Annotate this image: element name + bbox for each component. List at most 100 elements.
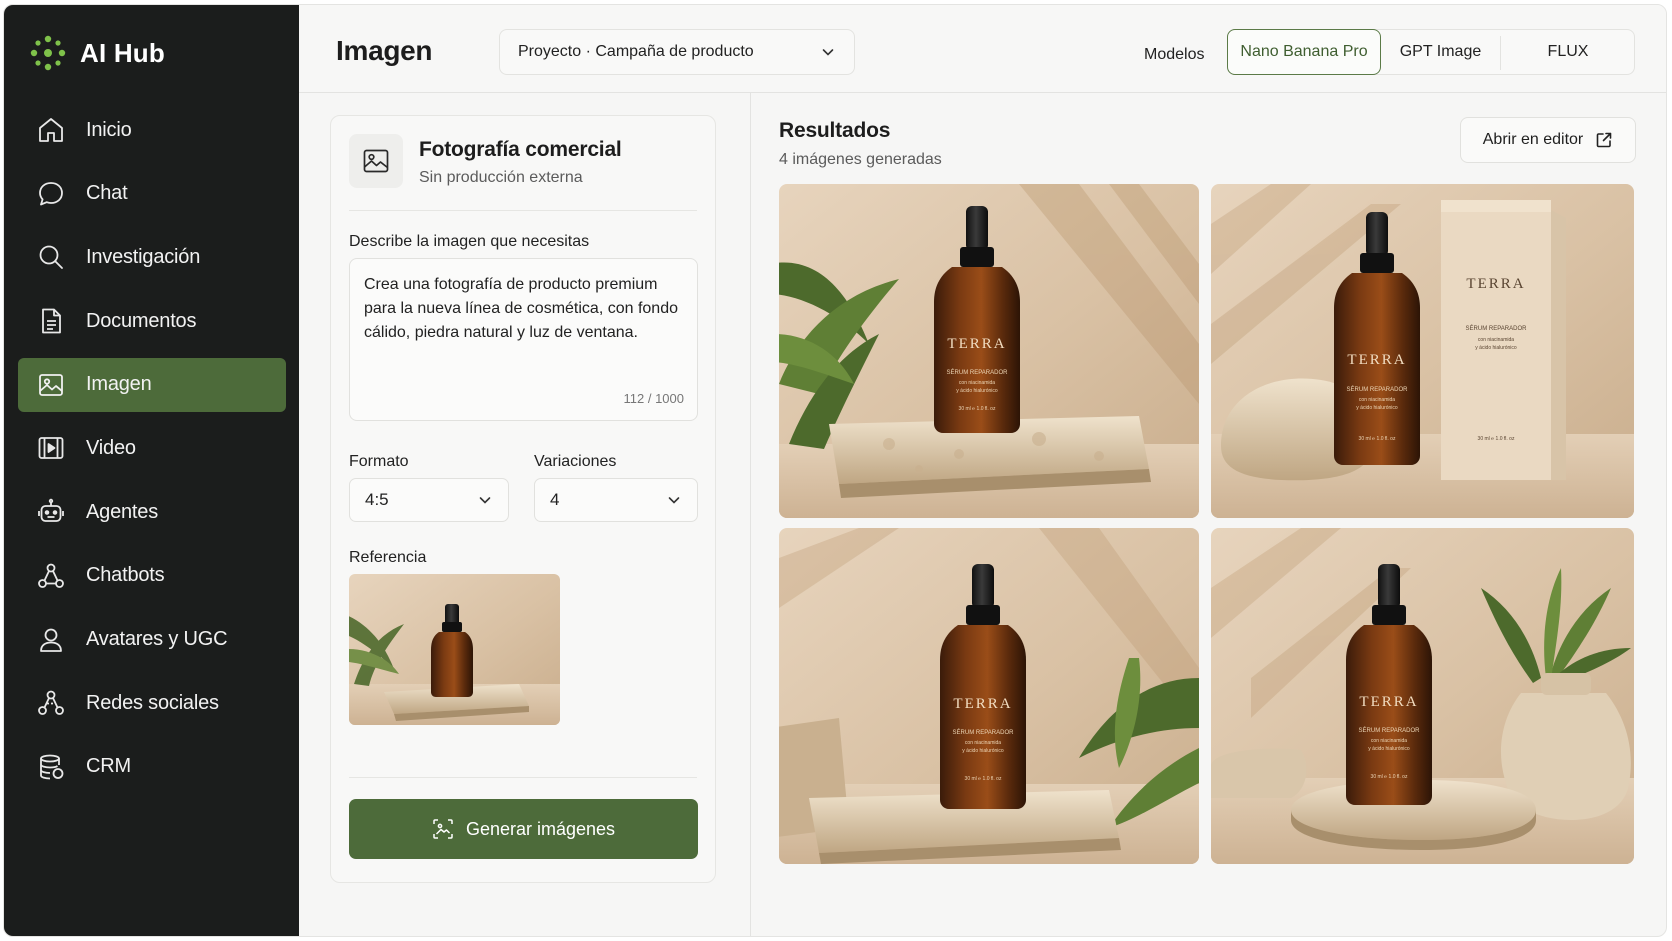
results-title: Resultados [779, 119, 891, 142]
label-volume: 30 ml ℮ 1.0 fl. oz [1371, 774, 1408, 780]
model-gpt-image[interactable]: GPT Image [1381, 29, 1500, 75]
models-label: Modelos [1144, 46, 1205, 63]
sidebar-item-imagen[interactable]: Imagen [18, 357, 286, 412]
user-icon [36, 625, 66, 655]
chevron-down-icon [822, 49, 834, 56]
sidebar-item-chatbots[interactable]: Chatbots [18, 549, 286, 603]
box-volume: 30 ml ℮ 1.0 fl. oz [1478, 436, 1515, 442]
sidebar-nav: Inicio Chat Investigación Documentos Ima… [18, 103, 286, 804]
network-icon [36, 561, 66, 591]
image-settings-card: Fotografía comercial Sin producción exte… [330, 115, 716, 883]
sidebar-item-label: Redes sociales [86, 691, 219, 714]
sidebar-item-agentes[interactable]: Agentes [18, 485, 286, 539]
box-line: y ácido hialurónico [1475, 345, 1517, 351]
sidebar-item-label: CRM [86, 755, 131, 778]
panel-divider [750, 93, 751, 936]
sidebar-item-label: Investigación [86, 245, 201, 268]
box-line: con niacinamida [1478, 337, 1514, 343]
label-volume: 30 ml ℮ 1.0 fl. oz [1359, 436, 1396, 442]
label-line: SÉRUM REPARADOR [953, 729, 1015, 736]
sidebar-item-label: Agentes [86, 500, 158, 523]
result-image-2[interactable]: TERRA SÉRUM REPARADOR con niacinamida y … [1211, 184, 1634, 518]
prompt-label: Describe la imagen que necesitas [349, 233, 590, 250]
model-flux[interactable]: FLUX [1501, 29, 1635, 75]
label-line: y ácido hialurónico [962, 748, 1004, 754]
results-count: 4 imágenes generadas [779, 151, 942, 168]
variations-value: 4 [550, 490, 560, 509]
format-label: Formato [349, 453, 409, 470]
image-icon [36, 370, 66, 400]
divider [349, 210, 697, 211]
social-network-icon [36, 688, 66, 718]
divider [349, 777, 697, 778]
project-select[interactable]: Proyecto · Campaña de producto [499, 29, 855, 75]
sidebar-item-label: Chat [86, 182, 128, 205]
label-line: SÉRUM REPARADOR [1347, 386, 1409, 393]
open-editor-label: Abrir en editor [1482, 131, 1584, 148]
preset-title: Fotografía comercial [419, 138, 622, 161]
label-line: con niacinamida [959, 380, 995, 386]
sidebar-item-avatares[interactable]: Avatares y UGC [18, 613, 286, 667]
label-volume: 30 ml ℮ 1.0 fl. oz [965, 776, 1002, 782]
image-icon [349, 134, 403, 188]
label-line: y ácido hialurónico [956, 388, 998, 394]
model-selector: Nano Banana Pro GPT Image FLUX [1227, 29, 1635, 75]
model-nano-banana-pro[interactable]: Nano Banana Pro [1227, 29, 1381, 75]
result-image-1[interactable]: TERRA SÉRUM REPARADOR con niacinamida y … [779, 184, 1199, 518]
sidebar-item-label: Avatares y UGC [86, 628, 228, 650]
reference-image[interactable] [349, 574, 560, 725]
robot-icon [36, 497, 66, 527]
sidebar-item-label: Inicio [86, 118, 132, 141]
sparkle-image-icon [433, 819, 453, 839]
prompt-text: Crea una fotografía de producto premium … [364, 276, 678, 341]
result-image-4[interactable]: TERRA SÉRUM REPARADOR con niacinamida y … [1211, 528, 1634, 864]
chevron-down-icon [479, 497, 491, 504]
chevron-down-icon [668, 497, 680, 504]
label-brand: TERRA [1359, 694, 1418, 710]
sidebar: AI Hub Inicio Chat Investigación Documen… [4, 5, 299, 936]
label-brand: TERRA [947, 336, 1006, 352]
format-value: 4:5 [365, 490, 389, 509]
generate-button-label: Generar imágenes [465, 818, 616, 839]
sparkle-dots-logo-icon [30, 35, 66, 71]
chat-bubble-icon [36, 179, 66, 209]
sidebar-item-chat[interactable]: Chat [18, 167, 286, 221]
top-header: Imagen Proyecto · Campaña de producto Mo… [299, 5, 1666, 93]
sidebar-item-investigacion[interactable]: Investigación [18, 230, 286, 284]
sidebar-item-crm[interactable]: CRM [18, 740, 286, 794]
page-title: Imagen [336, 35, 433, 66]
label-line: SÉRUM REPARADOR [947, 369, 1009, 376]
label-line: con niacinamida [965, 740, 1001, 746]
label-brand: TERRA [1347, 352, 1406, 368]
sidebar-item-video[interactable]: Video [18, 421, 286, 475]
sidebar-item-inicio[interactable]: Inicio [18, 103, 286, 157]
database-icon [36, 752, 66, 782]
sidebar-item-label: Documentos [86, 309, 197, 332]
document-icon [36, 306, 66, 336]
video-icon [36, 433, 66, 463]
label-line: SÉRUM REPARADOR [1359, 727, 1421, 734]
variations-select[interactable]: 4 [534, 478, 698, 522]
preset-subtitle: Sin producción externa [419, 169, 583, 186]
brand[interactable]: AI Hub [30, 35, 165, 71]
box-line: SÉRUM REPARADOR [1466, 325, 1528, 332]
format-select[interactable]: 4:5 [349, 478, 509, 522]
sidebar-item-label: Chatbots [86, 564, 165, 587]
generate-images-button[interactable]: Generar imágenes [349, 799, 698, 859]
result-image-3[interactable]: TERRA SÉRUM REPARADOR con niacinamida y … [779, 528, 1199, 864]
character-count: 112 / 1000 [623, 391, 684, 406]
open-editor-button[interactable]: Abrir en editor [1460, 117, 1636, 163]
prompt-textarea[interactable]: Crea una fotografía de producto premium … [349, 258, 698, 421]
label-line: con niacinamida [1359, 397, 1395, 403]
home-icon [36, 115, 66, 145]
sidebar-item-redes-sociales[interactable]: Redes sociales [18, 676, 286, 730]
label-brand: TERRA [953, 696, 1012, 712]
external-link-icon [1596, 132, 1612, 148]
label-volume: 30 ml ℮ 1.0 fl. oz [959, 406, 996, 412]
sidebar-item-documentos[interactable]: Documentos [18, 294, 286, 348]
brand-name: AI Hub [80, 37, 165, 68]
label-line: y ácido hialurónico [1356, 405, 1398, 411]
variations-label: Variaciones [534, 453, 617, 470]
label-line: y ácido hialurónico [1368, 746, 1410, 752]
project-select-value: Proyecto · Campaña de producto [518, 43, 754, 60]
